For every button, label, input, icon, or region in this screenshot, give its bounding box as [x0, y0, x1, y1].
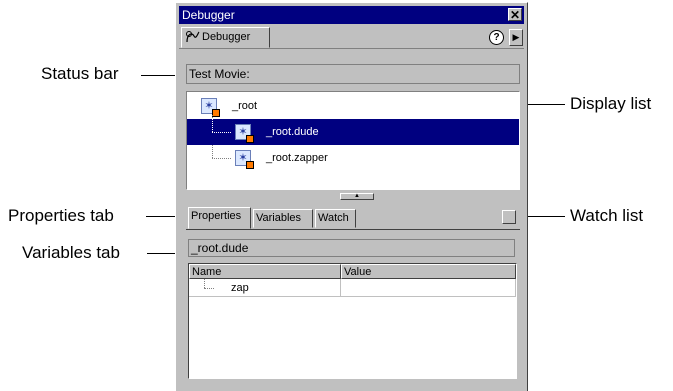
tab-properties[interactable]: Properties: [188, 207, 251, 229]
panel-menu-button[interactable]: ▶: [509, 29, 523, 46]
display-list-item-label: _root.zapper: [266, 152, 328, 164]
variable-name: zap: [231, 282, 249, 294]
target-path-field: _root.dude: [188, 239, 515, 257]
debugger-icon: [185, 30, 201, 45]
tree-connector: [212, 132, 231, 133]
close-button[interactable]: ✕: [508, 8, 522, 22]
tree-connector: [212, 119, 213, 132]
variable-name-cell[interactable]: zap: [189, 279, 341, 297]
callout-watch-list: Watch list: [570, 206, 644, 225]
display-list-item-label: _root.dude: [266, 126, 319, 138]
status-bar: Test Movie:: [186, 64, 520, 84]
table-row[interactable]: zap: [189, 279, 516, 297]
variable-value-cell[interactable]: [341, 279, 516, 297]
callout-properties-tab: Properties tab: [8, 206, 114, 225]
pane-splitter[interactable]: ▲: [340, 193, 374, 200]
tab-debugger-label: Debugger: [202, 31, 251, 43]
column-header-name[interactable]: Name: [189, 264, 341, 279]
callout-variables-tab: Variables tab: [22, 243, 120, 262]
display-list-item[interactable]: ✶ _root.dude: [187, 119, 519, 145]
panel-titlebar[interactable]: Debugger ✕: [179, 6, 524, 24]
column-header-value[interactable]: Value: [341, 264, 516, 279]
movie-clip-icon: ✶: [235, 150, 254, 169]
panel-title: Debugger: [182, 8, 235, 22]
help-icon[interactable]: ?: [489, 30, 504, 45]
tab-variables[interactable]: Variables: [253, 209, 313, 228]
movie-clip-icon: ✶: [235, 124, 254, 143]
display-list-item[interactable]: ✶ _root.zapper: [187, 145, 519, 171]
variables-grid[interactable]: Name Value zap: [188, 263, 517, 379]
movie-clip-icon: ✶: [201, 98, 220, 117]
callout-status-bar: Status bar: [41, 64, 119, 83]
add-watch-button[interactable]: [502, 210, 516, 224]
display-list-item-label: _root: [232, 100, 258, 112]
tab-watch[interactable]: Watch: [315, 209, 356, 228]
debugger-panel: Debugger ✕ Debugger ? ▶ Test Movie: ✶ _r…: [175, 2, 528, 391]
display-list[interactable]: ✶ _root ✶ _root.dude ✶ _root.zapper: [186, 91, 520, 190]
callout-display-list: Display list: [570, 94, 652, 113]
debugger-subtabs: Properties Variables Watch: [186, 206, 520, 230]
tab-debugger[interactable]: Debugger: [181, 27, 270, 48]
panel-tab-strip: Debugger ? ▶: [179, 26, 524, 49]
display-list-item[interactable]: ✶ _root: [187, 93, 519, 119]
